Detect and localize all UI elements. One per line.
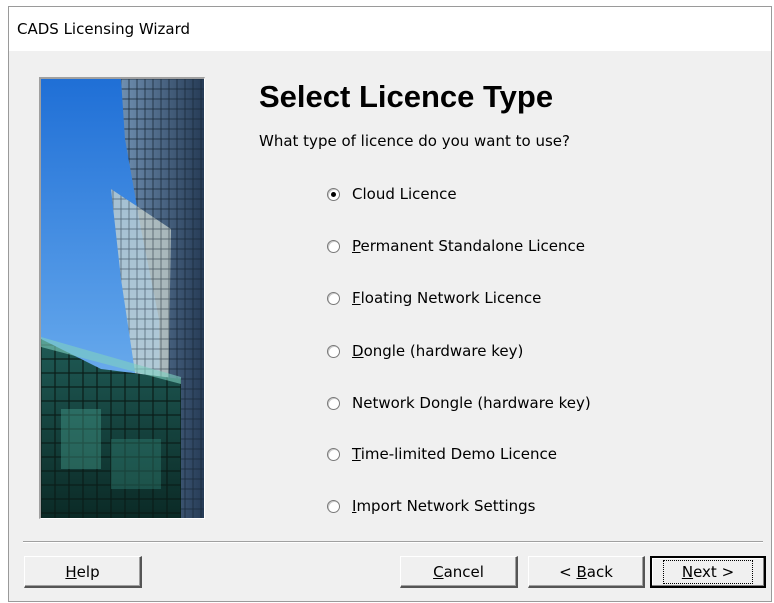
option-label: Time-limited Demo Licence (352, 445, 557, 463)
option-text: mport Network Settings (356, 497, 536, 515)
radio-import-network-settings[interactable] (327, 499, 340, 513)
option-label: Network Dongle (hardware key) (352, 394, 591, 412)
back-button-label: < Back (559, 563, 613, 581)
option-dongle[interactable]: Dongle (hardware key) (327, 341, 523, 361)
option-label: Cloud Licence (352, 185, 457, 203)
option-text: ongle (hardware key) (363, 342, 524, 360)
option-text: ime-limited Demo Licence (360, 445, 557, 463)
option-text: Cloud Licence (352, 185, 457, 203)
cancel-button-label: Cancel (433, 563, 484, 581)
radio-network-dongle[interactable] (327, 396, 340, 410)
option-import-network-settings[interactable]: Import Network Settings (327, 496, 536, 516)
option-permanent-standalone-licence[interactable]: Permanent Standalone Licence (327, 236, 585, 256)
option-accesskey: P (352, 237, 361, 255)
button-separator (23, 541, 763, 543)
option-text: ermanent Standalone Licence (360, 237, 585, 255)
option-label: Import Network Settings (352, 497, 536, 515)
title-bar[interactable]: CADS Licensing Wizard (9, 7, 771, 51)
option-network-dongle[interactable]: Network Dongle (hardware key) (327, 393, 591, 413)
next-accesskey: N (681, 563, 694, 581)
option-cloud-licence[interactable]: Cloud Licence (327, 184, 457, 204)
option-time-limited-demo-licence[interactable]: Time-limited Demo Licence (327, 444, 557, 464)
option-label: Floating Network Licence (352, 289, 541, 307)
building-photo (39, 77, 205, 519)
back-prefix: < (559, 562, 577, 581)
option-accesskey: F (352, 289, 361, 307)
help-button[interactable]: Help (24, 556, 142, 588)
cancel-accesskey: C (433, 562, 444, 581)
radio-permanent-standalone-licence[interactable] (327, 239, 340, 253)
radio-floating-network-licence[interactable] (327, 291, 340, 305)
option-accesskey: T (352, 445, 361, 463)
wizard-window: CADS Licensing Wizard Select Licence Typ… (8, 6, 772, 602)
option-label: Permanent Standalone Licence (352, 237, 585, 255)
next-button[interactable]: Next > (650, 556, 766, 588)
window-title: CADS Licensing Wizard (17, 20, 191, 38)
back-text: ack (586, 562, 613, 581)
page-heading: Select Licence Type (259, 79, 554, 114)
help-button-label: Help (65, 563, 99, 581)
next-text: ext > (693, 563, 735, 581)
radio-dongle[interactable] (327, 344, 340, 358)
option-floating-network-licence[interactable]: Floating Network Licence (327, 288, 541, 308)
back-accesskey: B (576, 562, 587, 581)
option-text: Network Dongle (hardware key) (352, 394, 591, 412)
radio-time-limited-demo-licence[interactable] (327, 447, 340, 461)
option-text: loating Network Licence (360, 289, 542, 307)
back-button[interactable]: < Back (528, 556, 645, 588)
help-text: elp (76, 562, 100, 581)
radio-cloud-licence[interactable] (327, 187, 340, 201)
option-label: Dongle (hardware key) (352, 342, 523, 360)
cancel-button[interactable]: Cancel (400, 556, 518, 588)
help-accesskey: H (65, 562, 77, 581)
cancel-text: ancel (443, 562, 484, 581)
building-photo-graphic (41, 79, 204, 518)
page-question: What type of licence do you want to use? (259, 132, 570, 150)
next-button-label: Next > (662, 560, 754, 584)
option-accesskey: D (352, 342, 364, 360)
